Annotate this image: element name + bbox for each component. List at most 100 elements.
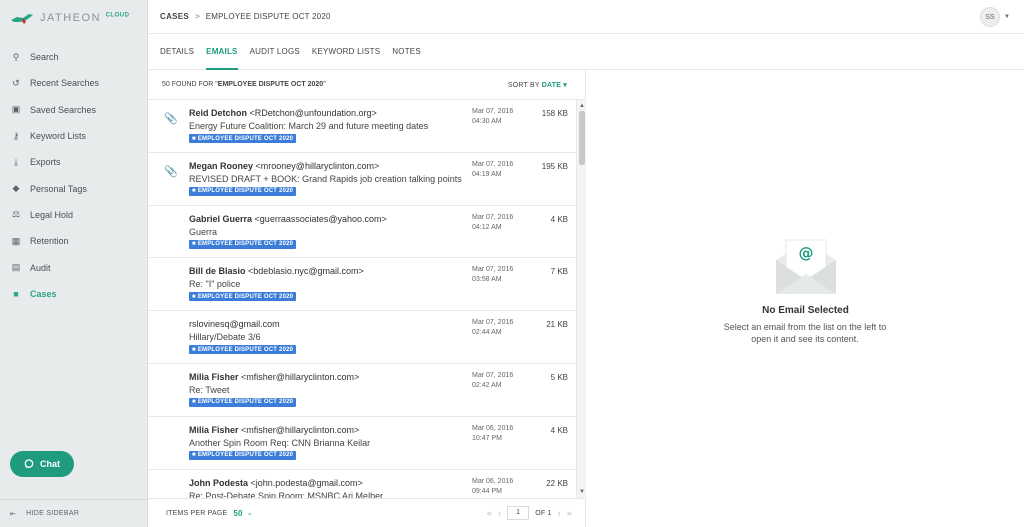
chat-bubble-icon <box>24 459 34 469</box>
email-date: Mar 07, 2016 02:44 AM <box>472 318 513 338</box>
email-size: 7 KB <box>550 267 568 277</box>
email-row[interactable]: Bill de Blasio <bdeblasio.nyc@gmail.com>… <box>148 258 576 312</box>
email-row[interactable]: Gabriel Guerra <guerraassociates@yahoo.c… <box>148 206 576 259</box>
prev-page-icon[interactable]: ‹ <box>498 508 501 518</box>
email-row[interactable]: 📎 Reid Detchon <RDetchon@unfoundation.org… <box>148 100 576 153</box>
folder-icon: ■ <box>192 241 196 248</box>
case-tag[interactable]: ■ EMPLOYEE DISPUTE OCT 2020 <box>189 239 297 249</box>
attachment-icon: 📎 <box>164 165 178 178</box>
gavel-icon: ⚖ <box>11 209 21 220</box>
sender-address: <RDetchon@unfoundation.org> <box>249 108 377 118</box>
avatar: SS <box>980 7 1001 27</box>
case-tag[interactable]: ■ EMPLOYEE DISPUTE OCT 2020 <box>189 186 297 196</box>
search-icon: ⚲ <box>12 51 20 62</box>
email-sender: John Podesta <john.podesta@gmail.com> <box>189 478 363 488</box>
last-page-icon[interactable]: » <box>567 508 572 518</box>
case-tag[interactable]: ■ EMPLOYEE DISPUTE OCT 2020 <box>189 397 297 407</box>
first-page-icon[interactable]: « <box>487 508 492 518</box>
sidebar-item-cases[interactable]: ■ Cases <box>0 281 147 307</box>
scroll-up-icon[interactable]: ▲ <box>578 102 586 110</box>
case-tag-label: EMPLOYEE DISPUTE OCT 2020 <box>197 135 294 142</box>
next-page-icon[interactable]: › <box>558 508 561 518</box>
case-tag-label: EMPLOYEE DISPUTE OCT 2020 <box>197 241 294 248</box>
sidebar-item-audit[interactable]: ▤ Audit <box>0 254 147 280</box>
email-date: Mar 07, 2016 04:30 AM <box>472 107 513 127</box>
sidebar-nav: ⚲ Search ↺ Recent Searches ▣ Saved Searches ⚷ K… <box>0 44 147 307</box>
sidebar-item-recent-searches[interactable]: ↺ Recent Searches <box>0 70 147 96</box>
email-row[interactable]: 📎 Megan Rooney <mrooney@hillaryclinton.co… <box>148 153 576 206</box>
sidebar-item-personal-tags[interactable]: ◆ Personal Tags <box>0 175 147 201</box>
folder-icon: ■ <box>192 135 196 142</box>
email-date: Mar 07, 2016 04:19 AM <box>472 160 513 180</box>
tab-details[interactable]: DETAILS <box>160 34 194 70</box>
tab-keyword-lists[interactable]: KEYWORD LISTS <box>312 34 380 70</box>
email-sender: Reid Detchon <RDetchon@unfoundation.org> <box>189 108 377 118</box>
email-row[interactable]: John Podesta <john.podesta@gmail.com> Re:… <box>148 470 576 498</box>
tab-audit-logs[interactable]: AUDIT LOGS <box>250 34 300 70</box>
sidebar-item-retention[interactable]: ▦ Retention <box>0 228 147 254</box>
sidebar-item-keyword-lists[interactable]: ⚷ Keyword Lists <box>0 123 147 149</box>
audit-icon: ▤ <box>11 262 21 273</box>
email-subject: Another Spin Room Req: CNN Brianna Keila… <box>189 437 371 448</box>
list-header: 50 FOUND FOR "EMPLOYEE DISPUTE OCT 2020"… <box>148 70 585 100</box>
email-sender: Milia Fisher <mfisher@hillaryclinton.com… <box>189 372 359 382</box>
folder-icon: ■ <box>13 288 19 299</box>
email-size: 4 KB <box>550 214 568 224</box>
breadcrumb-cases[interactable]: CASES <box>160 12 189 21</box>
email-date: Mar 06, 2016 09:44 PM <box>472 477 513 497</box>
case-tag[interactable]: ■ EMPLOYEE DISPUTE OCT 2020 <box>189 292 297 302</box>
sender-address: <mrooney@hillaryclinton.com> <box>255 160 380 171</box>
email-row[interactable]: Milia Fisher <mfisher@hillaryclinton.com… <box>148 417 576 470</box>
empty-state-title: No Email Selected <box>762 305 849 316</box>
scrollbar-thumb[interactable] <box>579 111 585 165</box>
list-scrollbar[interactable]: ▲ ▼ <box>576 100 586 498</box>
sender-name: Milia Fisher <box>189 424 239 435</box>
hide-sidebar-button[interactable]: ⇤ HIDE SIDEBAR <box>0 499 148 527</box>
email-date-day: Mar 07, 2016 <box>472 213 514 221</box>
chevron-right-icon: > <box>195 12 200 21</box>
sidebar-item-search[interactable]: ⚲ Search <box>0 44 147 70</box>
chevron-down-icon[interactable]: ⌄ <box>247 509 253 517</box>
case-tag[interactable]: ■ EMPLOYEE DISPUTE OCT 2020 <box>189 450 297 460</box>
email-date-time: 02:42 AM <box>472 381 502 389</box>
sender-address: <bdeblasio.nyc@gmail.com> <box>248 266 364 277</box>
email-date-time: 04:30 AM <box>472 118 502 125</box>
sender-address: <mfisher@hillaryclinton.com> <box>241 424 360 435</box>
sort-dropdown[interactable]: SORT BY DATE ▾ <box>508 81 567 89</box>
email-sender: Bill de Blasio <bdeblasio.nyc@gmail.com> <box>189 266 364 276</box>
tab-notes[interactable]: NOTES <box>392 34 421 70</box>
case-tag[interactable]: ■ EMPLOYEE DISPUTE OCT 2020 <box>189 345 297 355</box>
hide-sidebar-label: HIDE SIDEBAR <box>26 510 80 517</box>
export-icon: ⤓ <box>14 156 18 167</box>
email-row[interactable]: rslovinesq@gmail.com Hillary/Debate 3/6 ■ E… <box>148 311 576 364</box>
user-menu[interactable]: SS ▼ <box>980 7 1010 27</box>
page-number-input[interactable]: 1 <box>507 506 530 520</box>
email-sender: Megan Rooney <mrooney@hillaryclinton.com… <box>189 161 379 171</box>
sender-address: <mfisher@hillaryclinton.com> <box>241 371 360 382</box>
folder-icon: ■ <box>192 452 196 459</box>
sender-name: Gabriel Guerra <box>189 213 253 224</box>
attachment-icon: 📎 <box>164 113 178 125</box>
brand-logo[interactable]: JATHEON CLOUD <box>0 0 147 36</box>
folder-icon: ■ <box>192 399 196 406</box>
key-icon: ⚷ <box>12 130 20 141</box>
sidebar-item-legal-hold[interactable]: ⚖ Legal Hold <box>0 202 147 228</box>
items-per-page-select[interactable]: 50 <box>233 509 242 518</box>
email-date: Mar 07, 2016 03:58 AM <box>472 265 513 285</box>
case-tag[interactable]: ■ EMPLOYEE DISPUTE OCT 2020 <box>189 134 297 143</box>
sidebar-item-label: Personal Tags <box>30 183 87 194</box>
sender-address: <guerraassociates@yahoo.com> <box>254 213 387 224</box>
sender-name: Milia Fisher <box>189 371 239 382</box>
retention-icon: ▦ <box>11 235 21 246</box>
tab-emails[interactable]: EMAILS <box>206 34 238 70</box>
email-date-time: 03:58 AM <box>472 276 502 284</box>
email-subject: Energy Future Coalition: March 29 and fu… <box>189 121 429 131</box>
sidebar-item-saved-searches[interactable]: ▣ Saved Searches <box>0 97 147 123</box>
email-date: Mar 06, 2016 10:47 PM <box>472 424 513 444</box>
email-size: 5 KB <box>550 372 568 382</box>
sidebar-item-label: Cases <box>30 288 57 299</box>
scroll-down-icon[interactable]: ▼ <box>578 488 586 496</box>
sidebar-item-exports[interactable]: ⤓ Exports <box>0 149 147 175</box>
email-row[interactable]: Milia Fisher <mfisher@hillaryclinton.com… <box>148 364 576 417</box>
chat-button[interactable]: Chat <box>10 451 74 477</box>
